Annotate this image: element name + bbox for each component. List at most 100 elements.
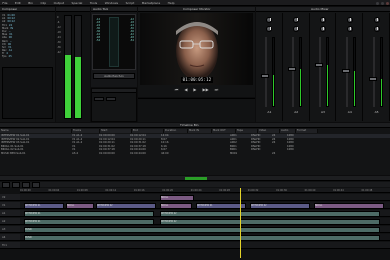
fader-track[interactable] (292, 37, 295, 107)
timeline-panel: Timeline 01:00:0001:00:0401:00:0801:00:1… (0, 176, 390, 260)
pan-knob[interactable] (266, 17, 273, 23)
timeline-clip[interactable]: BROLL (66, 202, 94, 209)
timeline-tracks: V2 V1 A1 A2 A3 A4 TC1 INTERVIEW 01 BROLL INTERVIE… (0, 194, 390, 258)
track-lane[interactable] (20, 242, 390, 249)
timeline-clip[interactable]: BROLL (314, 202, 384, 209)
fader-handle[interactable] (341, 68, 350, 73)
column-header[interactable]: Video (258, 129, 280, 133)
timeline-clip[interactable]: BROLL (160, 202, 192, 209)
gain-knob[interactable] (346, 26, 353, 32)
video-frame[interactable]: 01:00:05:12 (140, 13, 253, 85)
playhead[interactable] (240, 188, 241, 258)
column-header[interactable]: Mark IN (188, 129, 212, 133)
menu-marketplace[interactable]: Marketplace (142, 0, 160, 6)
toolbar-button[interactable] (12, 182, 20, 188)
go-to-start-icon[interactable]: ⏮ (175, 87, 179, 95)
column-header[interactable]: Name (0, 129, 72, 133)
close-button[interactable] (386, 1, 389, 5)
column-header[interactable]: Audio (280, 129, 296, 133)
maximize-button[interactable] (381, 1, 384, 5)
track-header[interactable]: A1 (0, 210, 20, 217)
audio-mixer-panel: Audio Mixer A1 A2 A3 A4 A5 (256, 7, 390, 122)
menu-special[interactable]: Special (72, 0, 83, 6)
timeline-clip[interactable]: INTERVIEW 02 (160, 218, 380, 225)
menu-help[interactable]: Help (168, 0, 175, 6)
fader-handle[interactable] (261, 73, 270, 78)
pan-knob[interactable] (319, 17, 326, 23)
timeline-clip[interactable]: INTERVIEW 01 (196, 202, 246, 209)
audio-tool-grid: -12 -12 -18 -18 -24 -24 -30 -30 -36 -36 -42 -4… (92, 14, 136, 70)
column-header[interactable]: End (132, 129, 164, 133)
column-header[interactable]: Duration (164, 129, 188, 133)
bin-cell: A3-4 (72, 151, 79, 155)
column-header[interactable]: Tape (236, 129, 258, 133)
timeline-clip[interactable]: MUSIC (24, 226, 380, 233)
timeline-ruler[interactable]: 01:00:00 01:00:04 01:00:08 01:00:12 01:00:16… (20, 188, 390, 193)
menu-clip[interactable]: Clip (40, 0, 46, 6)
aux-button-1[interactable] (94, 97, 104, 101)
fader-handle[interactable] (314, 63, 323, 67)
audio-tool-title: Audio Tool (93, 8, 109, 11)
ruler-tick-label: 01:00:48 (361, 189, 373, 192)
menu-edit[interactable]: Edit (15, 0, 21, 6)
menu-file[interactable]: File (2, 0, 7, 6)
param-row[interactable]: Fps 25 (2, 55, 52, 58)
ruler-tick-label: 01:00:32 (247, 189, 259, 192)
timeline-clip[interactable]: INTERVIEW 02 (250, 202, 310, 209)
fader-track[interactable] (318, 37, 321, 107)
menu-tools[interactable]: Tools (90, 0, 97, 6)
gain-knob[interactable] (373, 26, 380, 32)
channel-label: A1 (267, 111, 272, 114)
timeline-clip[interactable]: INTERVIEW 02 (96, 202, 156, 209)
fader-track[interactable] (372, 37, 375, 107)
track-header[interactable]: V1 (0, 202, 20, 209)
play-icon[interactable]: ▶ (193, 87, 196, 95)
fader-handle[interactable] (288, 66, 297, 71)
gain-knob[interactable] (266, 26, 273, 32)
pan-knob[interactable] (293, 17, 300, 23)
timeline-clip[interactable]: INTERVIEW 01 (24, 202, 64, 209)
channel-label: A2 (294, 111, 299, 114)
column-header[interactable]: Tracks (72, 129, 100, 133)
track-header[interactable]: A2 (0, 218, 20, 225)
fader-track[interactable] (265, 37, 268, 107)
pan-knob[interactable] (346, 17, 353, 23)
ruler-tick-label: 01:00:16 (133, 189, 145, 192)
timeline-clip[interactable]: INTERVIEW 02 (160, 210, 380, 217)
timeline-clip[interactable]: INTERVIEW 01 (24, 218, 154, 225)
timecode-display: 01:00:05:12 (181, 77, 213, 83)
bin-panel: Timeline Bin Name Tracks Start End Duration M… (0, 123, 390, 175)
menu-bin[interactable]: Bin (28, 0, 33, 6)
track-header[interactable]: V2 (0, 194, 20, 201)
step-back-icon[interactable]: ◀ (184, 87, 187, 95)
timeline-clip[interactable]: MUSIC (24, 234, 380, 241)
minimize-button[interactable] (376, 1, 379, 5)
bin-column-headers: Name Tracks Start End Duration Mark IN Mark OU… (0, 129, 390, 133)
fader-handle[interactable] (368, 77, 377, 81)
gain-knob[interactable] (319, 26, 326, 32)
track-header[interactable]: A4 (0, 234, 20, 241)
gain-knob[interactable] (293, 26, 300, 32)
go-to-end-icon[interactable]: ⏭ (215, 87, 219, 95)
aux-button-2[interactable] (106, 97, 116, 101)
track-lane[interactable] (20, 194, 390, 201)
menu-output[interactable]: Output (54, 0, 64, 6)
ruler-tick-label: 01:00:44 (333, 189, 344, 192)
panel-title: Composer (2, 8, 18, 11)
timeline-clip[interactable]: BROLL (160, 194, 194, 201)
column-header[interactable]: Mark OUT (212, 129, 236, 133)
param-list: V1 01:00 A1 00:12 A2 00:12 TC1 24 Mark IN Dur… (2, 14, 52, 59)
column-header[interactable]: Start (100, 129, 132, 133)
channel-meter-level (273, 75, 275, 106)
bin-row[interactable]: MUSIC BED.Sub.01 A3-4 01:00:00:00 01:00:44:… (0, 152, 390, 156)
menu-windows[interactable]: Windows (105, 0, 118, 6)
track-header[interactable]: TC1 (0, 242, 20, 249)
column-header[interactable]: Format (296, 129, 318, 133)
audio-punch-in-button[interactable]: Audio Punch-In (93, 73, 135, 79)
menu-script[interactable]: Script (126, 0, 135, 6)
fast-forward-icon[interactable]: ▶▶ (203, 87, 209, 95)
track-header[interactable]: A3 (0, 226, 20, 233)
toolbar-button[interactable] (2, 182, 10, 188)
timeline-clip[interactable]: INTERVIEW 01 (24, 210, 154, 217)
pan-knob[interactable] (373, 17, 380, 23)
